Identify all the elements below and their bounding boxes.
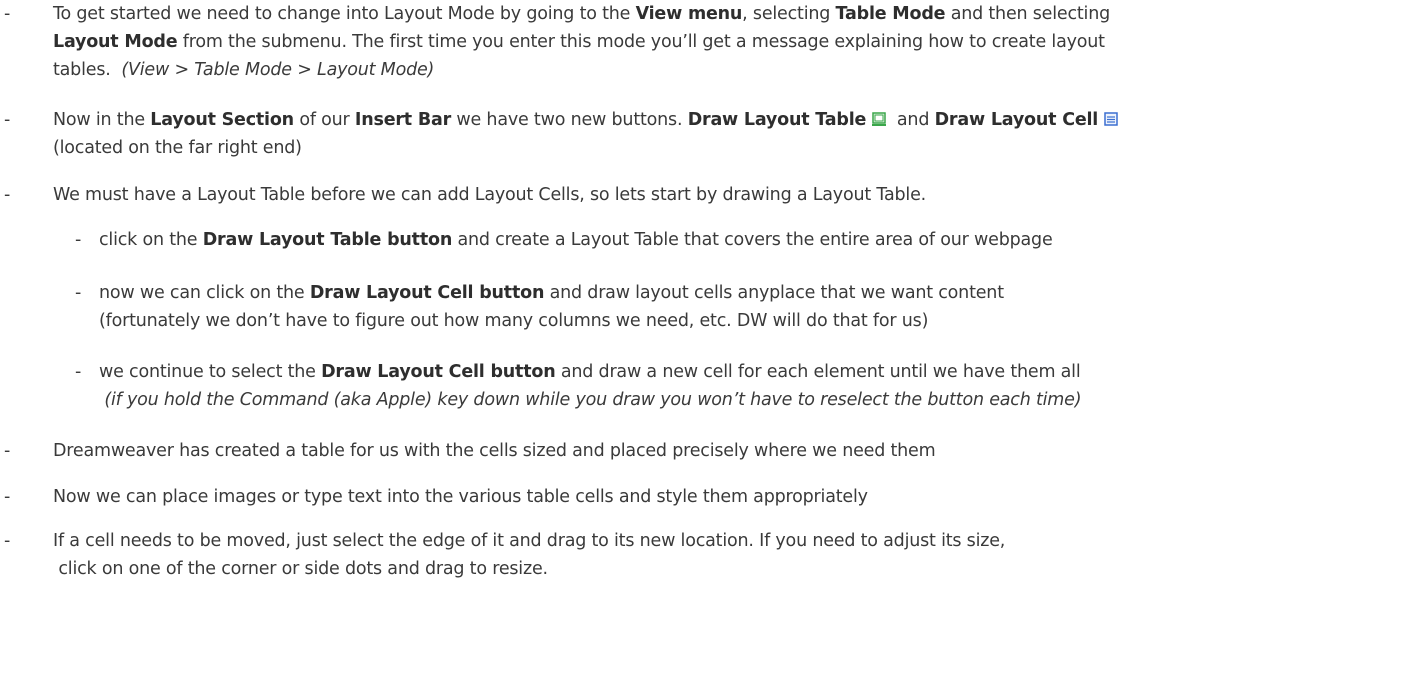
text-line: We must have a Layout Table before we ca… — [53, 181, 1408, 209]
list-item-text: We must have a Layout Table before we ca… — [53, 181, 1408, 209]
body-text: Dreamweaver has created a table for us w… — [53, 441, 936, 461]
list-item-text: Now in the Layout Section of our Insert … — [53, 106, 1408, 162]
list-item: - Dreamweaver has created a table for us … — [0, 437, 1408, 465]
body-text: now we can click on the — [99, 283, 310, 303]
bold-text: Layout Section — [150, 110, 294, 130]
text-line: Now in the Layout Section of our Insert … — [53, 106, 1408, 134]
body-text: We must have a Layout Table before we ca… — [53, 185, 927, 205]
body-text: and then selecting — [945, 4, 1111, 24]
bold-text: Layout Mode — [53, 32, 178, 52]
list-item: - Now in the Layout Section of our Insert… — [0, 106, 1408, 162]
list-item-text: To get started we need to change into La… — [53, 0, 1408, 84]
body-text: click on one of the corner or side dots … — [53, 559, 548, 579]
draw-layout-table-icon — [872, 112, 887, 126]
body-text: and — [886, 110, 935, 130]
list-item: - Now we can place images or type text in… — [0, 483, 1408, 511]
body-text: we have two new buttons. — [451, 110, 688, 130]
bold-text: Draw Layout Table button — [202, 230, 453, 250]
body-text: from the submenu. The first time you ent… — [177, 32, 1105, 52]
sub-list-item: - now we can click on the Draw Layout Cel… — [0, 279, 1408, 335]
list-item: - We must have a Layout Table before we c… — [0, 181, 1408, 209]
bullet-dash: - — [4, 185, 11, 205]
text-line: If a cell needs to be moved, just select… — [53, 527, 1408, 555]
bullet-dash: - — [4, 441, 11, 461]
italic-text: (if you hold the Command (aka Apple) key… — [99, 390, 1082, 410]
body-text: , selecting — [742, 4, 836, 24]
list-item-text: we continue to select the Draw Layout Ce… — [99, 358, 1408, 414]
body-text: Now in the — [53, 110, 151, 130]
bold-text: Insert Bar — [354, 110, 452, 130]
text-line: now we can click on the Draw Layout Cell… — [99, 279, 1408, 307]
bullet-dash: - — [75, 362, 82, 382]
text-line: click on one of the corner or side dots … — [53, 555, 1408, 583]
italic-text: (View > Table Mode > Layout Mode) — [121, 60, 435, 80]
text-line: Now we can place images or type text int… — [53, 483, 1408, 511]
list-item: - To get started we need to change into L… — [0, 0, 1408, 84]
sub-list-item: - we continue to select the Draw Layout C… — [0, 358, 1408, 414]
draw-layout-cell-icon — [1104, 112, 1118, 126]
text-line: To get started we need to change into La… — [53, 0, 1408, 28]
text-line: tables. (View > Table Mode > Layout Mode… — [53, 56, 1408, 84]
body-text: (fortunately we don’t have to figure out… — [99, 311, 929, 331]
text-line: click on the Draw Layout Table button an… — [99, 226, 1408, 254]
list-item: - If a cell needs to be moved, just selec… — [0, 527, 1408, 583]
bold-text: View menu — [635, 4, 743, 24]
bullet-dash: - — [4, 4, 11, 24]
text-line: Dreamweaver has created a table for us w… — [53, 437, 1408, 465]
bold-text: Draw Layout Cell — [934, 110, 1099, 130]
text-line: (located on the far right end) — [53, 134, 1408, 162]
text-line: Layout Mode from the submenu. The first … — [53, 28, 1408, 56]
body-text: and create a Layout Table that covers th… — [452, 230, 1053, 250]
bold-text: Draw Layout Table — [687, 110, 867, 130]
sub-list-item: - click on the Draw Layout Table button a… — [0, 226, 1408, 254]
bullet-dash: - — [4, 487, 11, 507]
bold-text: Table Mode — [835, 4, 946, 24]
list-item-text: If a cell needs to be moved, just select… — [53, 527, 1408, 583]
body-text: click on the — [99, 230, 203, 250]
body-text: Now we can place images or type text int… — [53, 487, 868, 507]
body-text: and draw layout cells anyplace that we w… — [544, 283, 1004, 303]
list-item-text: Now we can place images or type text int… — [53, 483, 1408, 511]
text-line: (if you hold the Command (aka Apple) key… — [99, 386, 1408, 414]
body-text: (located on the far right end) — [53, 138, 302, 158]
bold-text: Draw Layout Cell button — [321, 362, 556, 382]
body-text: To get started we need to change into La… — [53, 4, 636, 24]
body-text: and draw a new cell for each element unt… — [555, 362, 1081, 382]
bullet-dash: - — [75, 283, 82, 303]
bullet-dash: - — [75, 230, 82, 250]
text-line: (fortunately we don’t have to figure out… — [99, 307, 1408, 335]
body-text: tables. — [53, 60, 122, 80]
list-item-text: Dreamweaver has created a table for us w… — [53, 437, 1408, 465]
bold-text: Draw Layout Cell button — [309, 283, 545, 303]
text-line: we continue to select the Draw Layout Ce… — [99, 358, 1408, 386]
body-text: If a cell needs to be moved, just select… — [53, 531, 1006, 551]
bullet-dash: - — [4, 531, 11, 551]
body-text: of our — [293, 110, 355, 130]
list-item-text: now we can click on the Draw Layout Cell… — [99, 279, 1408, 335]
document-page: - To get started we need to change into L… — [0, 0, 1414, 678]
bullet-dash: - — [4, 110, 11, 130]
body-text: we continue to select the — [99, 362, 322, 382]
list-item-text: click on the Draw Layout Table button an… — [99, 226, 1408, 254]
